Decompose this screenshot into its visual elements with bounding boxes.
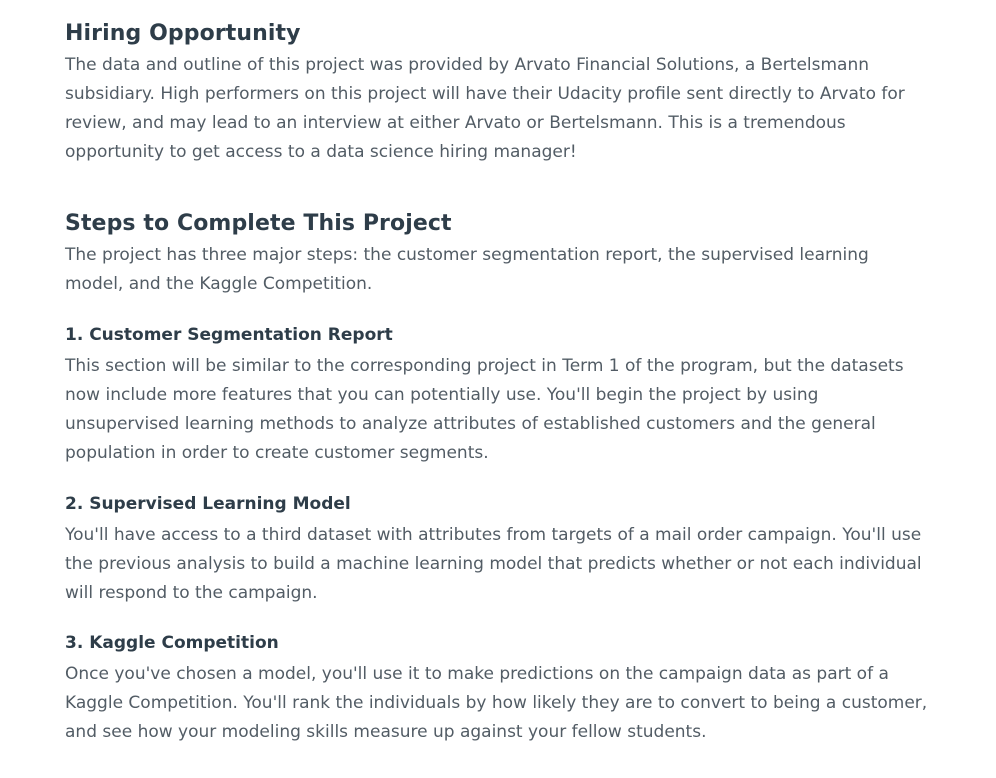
step-description: You'll have access to a third dataset wi… (65, 525, 922, 603)
hiring-opportunity-text: The data and outline of this project was… (65, 55, 905, 162)
steps-heading: Steps to Complete This Project (65, 211, 452, 236)
step-heading: 1. Customer Segmentation Report (65, 325, 393, 345)
step-kaggle-competition: 3. Kaggle Competition Once you've chosen… (65, 630, 931, 747)
step-description: This section will be similar to the corr… (65, 356, 904, 463)
step-heading: 2. Supervised Learning Model (65, 494, 351, 514)
step-description: Once you've chosen a model, you'll use i… (65, 664, 928, 742)
step-heading: 3. Kaggle Competition (65, 633, 279, 653)
steps-intro-text: The project has three major steps: the c… (65, 245, 869, 294)
hiring-opportunity-heading: Hiring Opportunity (65, 21, 301, 46)
step-supervised-learning: 2. Supervised Learning Model You'll have… (65, 491, 931, 608)
hiring-opportunity-section: Hiring Opportunity The data and outline … (65, 18, 931, 167)
step-customer-segmentation: 1. Customer Segmentation Report This sec… (65, 322, 931, 468)
project-overview-content: Hiring Opportunity The data and outline … (0, 0, 931, 747)
steps-section: Steps to Complete This Project The proje… (65, 208, 931, 747)
